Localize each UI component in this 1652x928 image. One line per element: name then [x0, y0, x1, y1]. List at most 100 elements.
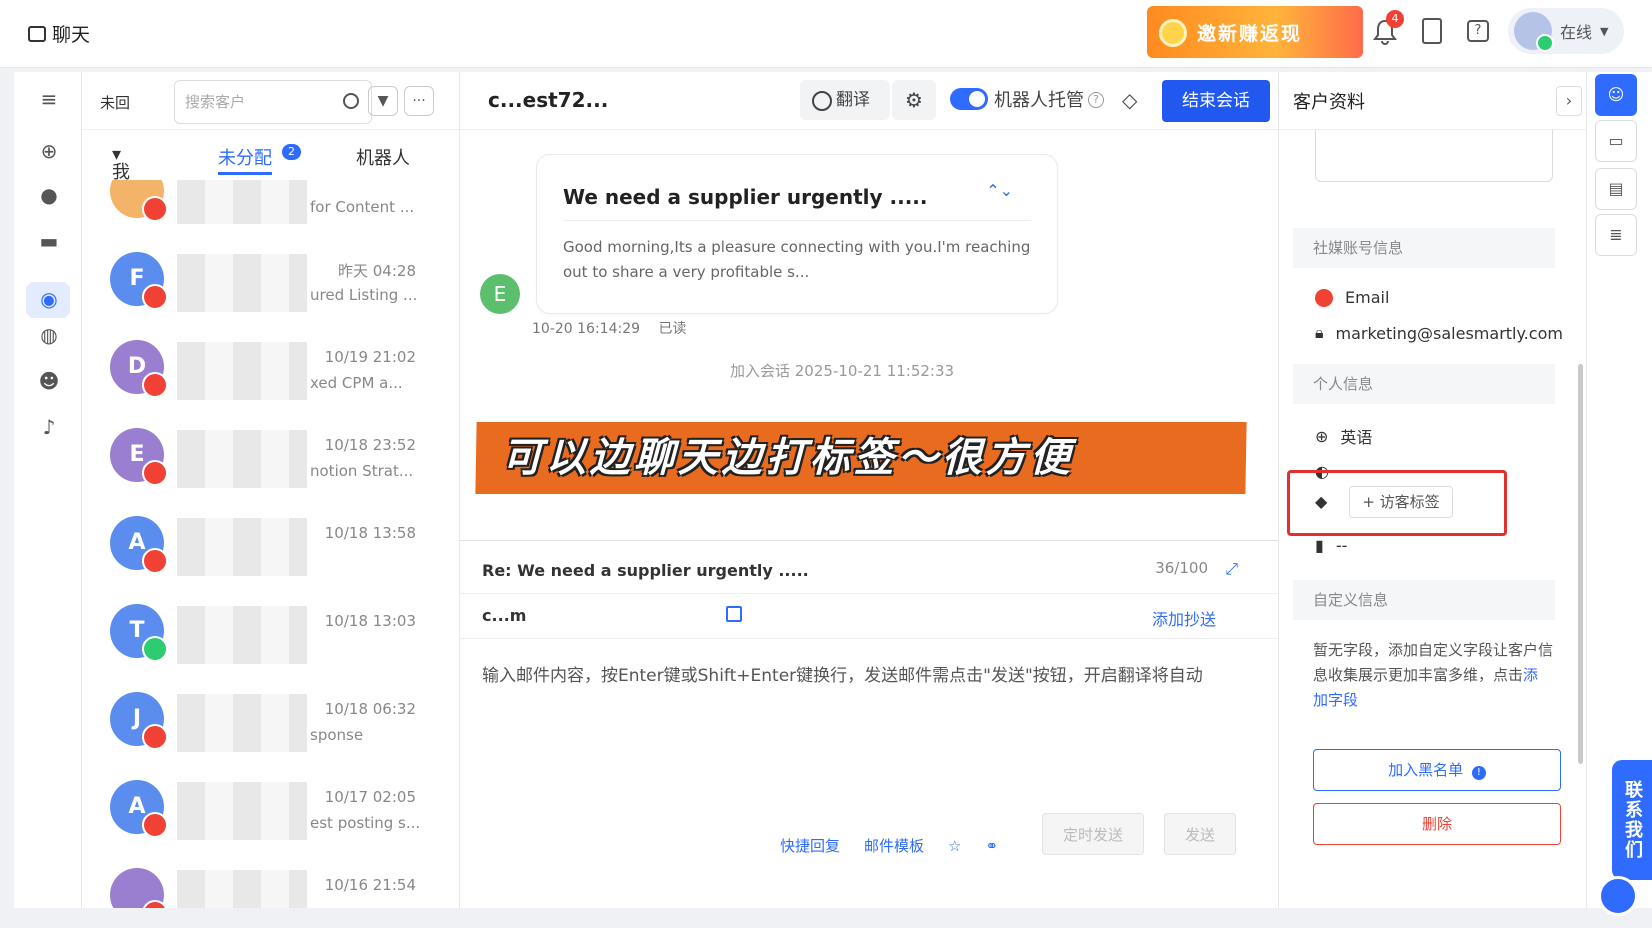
profile-title: 客户资料: [1293, 92, 1365, 113]
profile-user-icon[interactable]: ☺: [1595, 74, 1637, 116]
conversation-snippet: notion Strat...: [310, 462, 414, 480]
chat-bubble-icon[interactable]: ●: [36, 182, 62, 208]
redacted-name: [177, 342, 307, 400]
end-conversation-button[interactable]: 结束会话: [1162, 80, 1270, 122]
list-item[interactable]: A 10/17 02:05 est posting s...: [82, 762, 460, 854]
more-icon[interactable]: ···: [404, 86, 434, 116]
chevron-right-icon[interactable]: ›: [1556, 86, 1582, 116]
bookmark-icon: ▮: [1315, 536, 1324, 555]
list-item[interactable]: D 10/19 21:02 xed CPM a...: [82, 322, 460, 414]
user-circle-icon[interactable]: ◍: [36, 322, 62, 348]
delete-button[interactable]: 删除: [1313, 803, 1561, 845]
promo-banner[interactable]: 邀新赚返现: [1147, 6, 1363, 58]
list-item[interactable]: J 10/18 06:32 sponse: [82, 674, 460, 766]
custom-empty-message: 暂无字段，添加自定义字段让客户信息收集展示更加丰富多维，点击: [1313, 641, 1554, 684]
filter-icon[interactable]: ▼: [368, 86, 398, 116]
redacted-name: [177, 606, 307, 664]
question-icon[interactable]: ?: [1088, 92, 1104, 108]
redacted-name: [177, 430, 307, 488]
robot-toggle[interactable]: [950, 88, 988, 110]
notes-box[interactable]: [1315, 130, 1553, 182]
contact-us-tab[interactable]: 联系我们: [1612, 760, 1652, 880]
mute-bell-icon[interactable]: ♪: [36, 414, 62, 440]
customer-profile-panel: 客户资料 › 社媒账号信息 Email 🔒︎ marketing@salesma…: [1278, 72, 1586, 908]
comment-icon[interactable]: ▭: [1595, 120, 1637, 162]
reply-subject[interactable]: Re: We need a supplier urgently .....: [482, 561, 809, 580]
send-button[interactable]: 发送: [1164, 813, 1236, 855]
language-row: ⊕ 英语: [1315, 424, 1372, 448]
document-icon[interactable]: ≣: [1595, 214, 1637, 256]
add-icon[interactable]: ⊕: [36, 138, 62, 164]
lock-icon: 🔒︎: [1315, 323, 1324, 342]
tab-robot[interactable]: 机器人: [356, 144, 410, 170]
message-timestamp: 10-20 16:14:29: [532, 321, 641, 337]
link-icon[interactable]: ⚭: [985, 837, 998, 855]
help-icon[interactable]: ?: [1467, 20, 1489, 42]
email-value-row: 🔒︎ marketing@salesmartly.com: [1315, 322, 1563, 344]
conversation-snippet: for Content ...: [310, 198, 415, 216]
email-template-link[interactable]: 邮件模板: [864, 835, 924, 856]
email-icon: [142, 548, 168, 574]
conversation-snippet: ured Listing ...: [310, 286, 418, 304]
list-item[interactable]: for Content ...: [82, 180, 460, 238]
redacted-name: [177, 870, 307, 908]
messages-icon[interactable]: ▬: [36, 228, 62, 254]
add-visitor-tag-button[interactable]: + 访客标签: [1349, 486, 1453, 518]
quick-reply-link[interactable]: 快捷回复: [780, 835, 840, 856]
tab-unassigned[interactable]: 未分配: [218, 144, 272, 175]
conversation-tabs: 我 ▾ 未分配 2 机器人: [82, 130, 459, 183]
schedule-send-button[interactable]: 定时发送: [1042, 813, 1144, 855]
tag-icon[interactable]: ◇: [1122, 88, 1144, 112]
scrollbar[interactable]: [1578, 364, 1583, 764]
notification-badge: 4: [1386, 10, 1404, 28]
robot-label: 机器人托管: [994, 90, 1084, 111]
custom-empty-text: 暂无字段，添加自定义字段让客户信息收集展示更加丰富多维，点击添加字段: [1313, 638, 1553, 713]
card-icon[interactable]: ▤: [1595, 168, 1637, 210]
language-value: 英语: [1340, 428, 1373, 447]
add-cc-link[interactable]: 添加抄送: [1152, 606, 1216, 630]
list-item[interactable]: F 昨天 04:28 ured Listing ...: [82, 234, 460, 326]
expand-icon[interactable]: ⤢: [1225, 559, 1238, 579]
translate-button[interactable]: 翻译: [800, 80, 890, 120]
tab-me[interactable]: 我 ▾: [112, 144, 130, 183]
status-label: 在线: [1560, 23, 1593, 42]
message-input[interactable]: 输入邮件内容，按Enter键或Shift+Enter键换行，发送邮件需点击"发送…: [482, 661, 1262, 686]
conversation-time: 10/19 21:02: [324, 348, 416, 366]
clipboard-icon[interactable]: [1422, 18, 1442, 44]
info-icon: !: [1471, 766, 1486, 780]
nav-rail: ≡ ⊕ ● ▬ ◉ ◍ ☻ ♪: [14, 72, 82, 908]
email-icon: [142, 284, 168, 310]
conversation-time: 10/18 13:58: [324, 524, 416, 542]
expand-chevron-icon[interactable]: ⌃⌄: [986, 181, 1013, 200]
blacklist-button[interactable]: 加入黑名单 !: [1313, 749, 1561, 791]
coin-icon: [1159, 19, 1187, 47]
team-icon[interactable]: ☻: [36, 368, 62, 394]
conversation-snippet: est posting s...: [310, 814, 421, 832]
list-item[interactable]: T 10/18 13:03: [82, 586, 460, 678]
menu-icon[interactable]: ≡: [36, 86, 62, 112]
list-item[interactable]: E 10/18 23:52 notion Strat...: [82, 410, 460, 502]
list-item[interactable]: 10/16 21:54: [82, 850, 460, 908]
star-icon[interactable]: ☆: [948, 837, 961, 855]
hidden-eye-icon[interactable]: ◉: [36, 286, 62, 312]
unread-filter[interactable]: 未回: [100, 92, 130, 113]
search-icon[interactable]: [343, 93, 359, 109]
compose-toolbar: 快捷回复 邮件模板 ☆ ⚭: [780, 835, 998, 856]
message-body: Good morning,Its a pleasure connecting w…: [563, 238, 1031, 281]
email-icon: [142, 724, 168, 750]
promo-text: 邀新赚返现: [1197, 22, 1303, 45]
gear-icon[interactable]: ⚙: [892, 80, 936, 120]
list-item[interactable]: A 10/18 13:58: [82, 498, 460, 590]
chat-icon: [28, 25, 46, 42]
edit-icon[interactable]: [726, 606, 742, 622]
social-section-header: 社媒账号信息: [1293, 228, 1555, 268]
search-input[interactable]: 搜索客户: [174, 80, 372, 124]
sender-avatar: E: [480, 274, 520, 314]
globe-icon: ⊕: [1315, 426, 1329, 446]
user-status-menu[interactable]: 在线 ▼: [1508, 8, 1624, 54]
email-message-card[interactable]: We need a supplier urgently ..... ⌃⌄ Goo…: [536, 154, 1058, 314]
chat-support-icon[interactable]: [1598, 876, 1638, 916]
blacklist-label: 加入黑名单: [1388, 761, 1464, 779]
conversation-time: 10/18 13:03: [324, 612, 416, 630]
conversation-snippet: xed CPM a...: [310, 374, 403, 392]
